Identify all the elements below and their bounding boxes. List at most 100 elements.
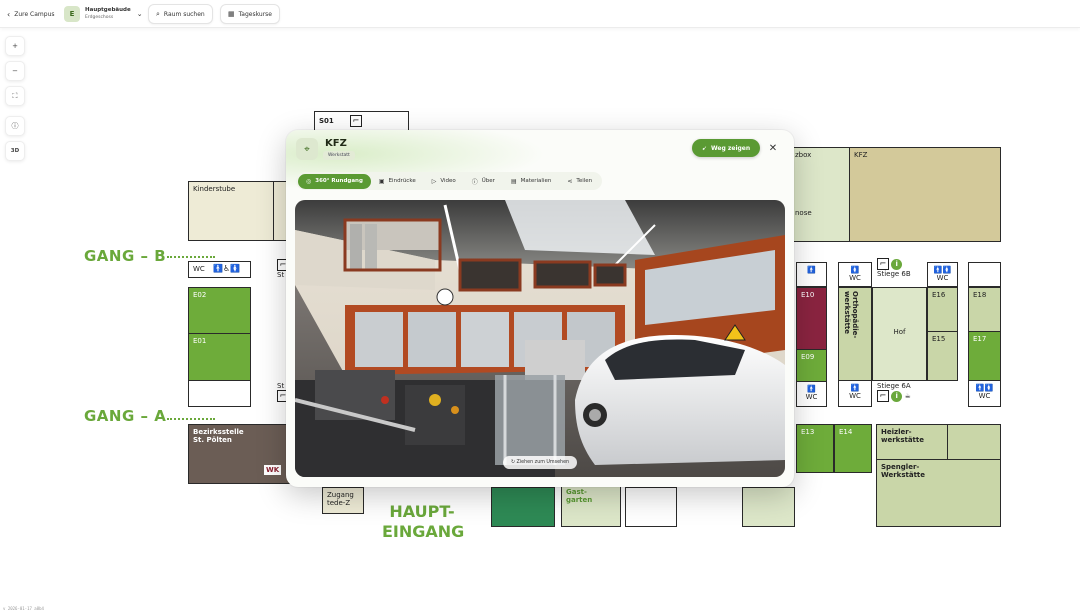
tab-360-tour[interactable]: ◎ 360° Rundgang	[298, 173, 371, 189]
show-route-label: Weg zeigen	[711, 144, 751, 152]
room-hof[interactable]: Hof	[872, 287, 927, 381]
tab-eindruecke[interactable]: ▣ Eindrücke	[371, 174, 424, 189]
stairs-icon: ⌐	[877, 258, 889, 270]
3d-view-button[interactable]: 3D	[5, 141, 25, 161]
room-entrance-green	[491, 487, 555, 527]
room-blank-bottom	[625, 487, 677, 527]
show-route-button[interactable]: ➹ Weg zeigen	[692, 139, 761, 157]
room-wc-e17[interactable]: 🚹🚺 WC	[968, 380, 1001, 407]
building-selector[interactable]: E Hauptgebäude Erdgeschoss ⌄	[64, 4, 143, 24]
building-name: Hauptgebäude	[85, 7, 131, 13]
image-icon: ▣	[378, 177, 385, 185]
room-e02-label: E02	[193, 291, 207, 299]
room-wc-ortho-top[interactable]: 🚺 WC	[838, 262, 872, 287]
wc-person-icon: 🚺	[850, 266, 860, 274]
expand-icon: ⛶	[12, 91, 18, 100]
zoom-out-button[interactable]: −	[5, 61, 25, 81]
day-courses-button[interactable]: ▦ Tageskurse	[220, 4, 280, 24]
room-e13[interactable]: E13	[796, 424, 834, 473]
room-e01[interactable]: E01	[188, 333, 251, 381]
day-courses-label: Tageskurse	[238, 10, 272, 18]
wc-label: WC	[193, 265, 205, 273]
tab-ueber[interactable]: ⓘ Über	[464, 174, 503, 189]
cafe-icon: ☕	[904, 392, 911, 400]
chevron-down-icon: ⌄	[136, 10, 143, 18]
room-kinderstube[interactable]: Kinderstube	[188, 181, 274, 241]
route-icon: ➹	[702, 144, 708, 152]
room-s01[interactable]: S01 ⌐	[314, 111, 409, 131]
haupteingang-label: HAUPT- EINGANG	[382, 502, 465, 541]
fit-view-button[interactable]: ⛶	[5, 86, 25, 106]
room-heizler[interactable]: Heizler-werkstätte	[876, 424, 948, 460]
room-blank-left	[188, 380, 251, 407]
room-blank-e18-top	[968, 262, 1001, 287]
location-pin-icon: ⌖	[296, 138, 318, 160]
room-gastgarten[interactable]: Gast-garten	[561, 484, 621, 527]
room-wc-e10[interactable]: 🚹	[796, 262, 827, 287]
wc-person-icon: 🚹	[807, 266, 816, 274]
back-to-campus-button[interactable]: ‹ Zure Campus	[7, 4, 55, 24]
room-heizler-side	[947, 424, 1001, 460]
room-search-label: Raum suchen	[163, 10, 205, 18]
wc-people-icon: 🚹🚺	[975, 384, 994, 392]
back-label: Zure Campus	[14, 10, 55, 18]
wc-person-icon: 🚹	[850, 384, 860, 392]
room-e18[interactable]: E18	[968, 287, 1001, 332]
room-e15[interactable]: E15	[927, 331, 958, 381]
room-bezirksstelle[interactable]: Bezirksstelle St. Pölten WK	[188, 424, 292, 484]
info-button[interactable]: ⓘ	[5, 116, 25, 136]
room-type-badge: Werkstatt	[323, 151, 355, 160]
room-detail-modal: ⌖ KFZ Werkstatt ➹ Weg zeigen ✕ ◎ 360° Ru…	[286, 130, 794, 487]
room-blank-bottom-2	[742, 487, 795, 527]
room-wc-e09[interactable]: 🚹 WC	[796, 381, 827, 407]
room-e01-label: E01	[193, 337, 207, 345]
gang-b-dots	[167, 256, 215, 258]
plus-icon: +	[12, 42, 18, 50]
room-orthopaedie[interactable]: Orthopädie-werkstätte	[838, 287, 872, 381]
zoom-in-button[interactable]: +	[5, 36, 25, 56]
room-e14[interactable]: E14	[834, 424, 872, 473]
room-wc-e16[interactable]: 🚹🚺 WC	[927, 262, 958, 287]
room-kinderstube-side	[273, 181, 287, 241]
tab-teilen[interactable]: ⋖ Teilen	[559, 174, 600, 189]
room-search-button[interactable]: ⌕ Raum suchen	[148, 4, 213, 24]
room-e16[interactable]: E16	[927, 287, 958, 332]
room-kinderstube-label: Kinderstube	[193, 185, 236, 193]
gang-a-dots	[167, 418, 215, 420]
panorama-viewer[interactable]: ↻ Ziehen zum Umsehen	[295, 200, 785, 477]
room-kfz[interactable]: KFZ	[849, 147, 1001, 242]
3d-label: 3D	[10, 148, 20, 154]
room-spengler[interactable]: Spengler- Werkstätte	[876, 459, 1001, 527]
modal-tabs: ◎ 360° Rundgang ▣ Eindrücke ▷ Video ⓘ Üb…	[296, 172, 603, 190]
workshop-panorama-image	[295, 200, 785, 477]
room-e02[interactable]: E02	[188, 287, 251, 334]
info-icon: ⓘ	[471, 178, 478, 186]
globe-icon: ◎	[306, 177, 312, 185]
room-e10[interactable]: E10	[796, 287, 827, 350]
close-button[interactable]: ✕	[764, 139, 782, 157]
drag-to-look-hint: ↻ Ziehen zum Umsehen	[503, 456, 578, 469]
room-s01-label: S01	[319, 117, 334, 125]
search-icon: ⌕	[156, 9, 160, 18]
share-icon: ⋖	[567, 177, 573, 185]
close-icon: ✕	[768, 142, 778, 154]
play-icon: ▷	[431, 177, 437, 185]
info-icon: i	[891, 259, 903, 270]
calendar-icon: ▦	[228, 10, 235, 18]
wc-people-icon: 🚹🚺	[933, 266, 952, 274]
building-floor: Erdgeschoss	[85, 15, 114, 20]
stiege-6b[interactable]: ⌐ i Stiege 6B	[877, 258, 911, 278]
stiege-6a[interactable]: Stiege 6A ⌐ i ☕	[877, 382, 911, 402]
room-wc-left[interactable]: WC 🚹♿🚺	[188, 261, 251, 278]
tab-materialien[interactable]: ▤ Materialien	[503, 174, 559, 189]
wc-person-icon: 🚹	[807, 385, 816, 393]
room-e17[interactable]: E17	[968, 331, 1001, 381]
building-badge: E	[64, 6, 80, 22]
info-icon: ⓘ	[11, 122, 19, 130]
room-wc-ortho-bottom[interactable]: 🚹 WC	[838, 380, 872, 407]
room-e09[interactable]: E09	[796, 349, 827, 382]
room-zugang[interactable]: Zugang tede-Z	[322, 487, 364, 514]
wk-logo: WK	[264, 465, 282, 475]
minus-icon: −	[12, 67, 18, 75]
tab-video[interactable]: ▷ Video	[424, 174, 464, 189]
